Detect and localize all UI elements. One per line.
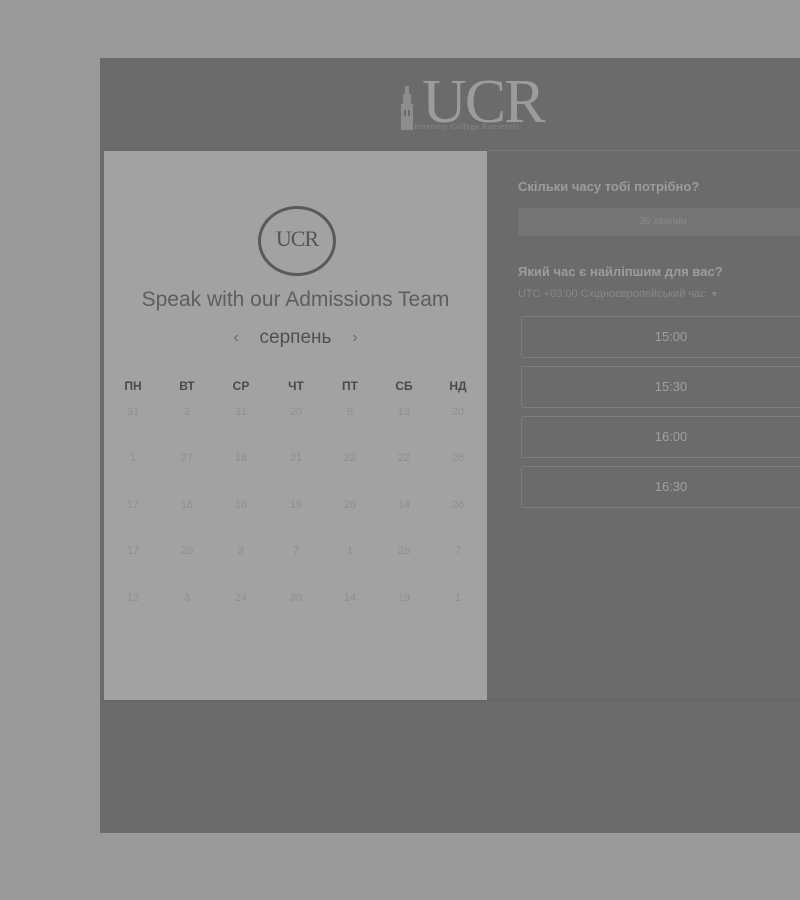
weekday-header: ПН ВТ СР ЧТ ПТ СБ НД: [104, 379, 487, 395]
calendar-day[interactable]: 19: [276, 499, 316, 511]
caret-down-icon: ▼: [709, 289, 719, 299]
timezone-label: UTC +03:00 Східноєвропейський час: [518, 288, 706, 300]
calendar-day[interactable]: 22: [330, 452, 370, 464]
calendar-day[interactable]: 13: [384, 406, 424, 418]
calendar-day[interactable]: 3: [167, 592, 207, 604]
calendar-day[interactable]: 18: [221, 452, 261, 464]
calendar-day[interactable]: 26: [438, 452, 478, 464]
calendar-day[interactable]: 17: [113, 499, 153, 511]
weekday-label: НД: [449, 379, 467, 393]
weekday-label: ПТ: [342, 379, 358, 393]
time-slot-button[interactable]: 15:00: [521, 316, 800, 358]
weekday-label: СР: [232, 379, 250, 393]
duration-select[interactable]: 30 хвилин: [518, 208, 800, 236]
calendar-day[interactable]: 21: [276, 452, 316, 464]
weekday-label: ВТ: [179, 379, 195, 393]
calendar-day[interactable]: 26: [330, 499, 370, 511]
time-slot-button[interactable]: 15:30: [521, 366, 800, 408]
calendar-day[interactable]: 20: [276, 406, 316, 418]
header-divider: [488, 150, 800, 151]
chevron-right-icon[interactable]: ›: [346, 329, 364, 347]
calendar-day[interactable]: 1: [438, 592, 478, 604]
calendar-day[interactable]: 30: [276, 592, 316, 604]
calendar-day[interactable]: 17: [113, 545, 153, 557]
weekday-label: СБ: [395, 379, 413, 393]
calendar-day[interactable]: 1: [330, 545, 370, 557]
calendar-day[interactable]: 7: [438, 545, 478, 557]
calendar-logo-text: UCR: [275, 226, 319, 251]
calendar-day[interactable]: 2: [167, 406, 207, 418]
calendar-logo: UCR: [258, 206, 336, 276]
calendar-day[interactable]: 22: [384, 452, 424, 464]
calendar-day[interactable]: 26: [384, 545, 424, 557]
calendar-day[interactable]: 2: [221, 545, 261, 557]
chevron-left-icon[interactable]: ‹: [227, 329, 245, 347]
ucr-header-logo: UCR University College Roosevelt: [400, 68, 580, 138]
booking-window: UCR University College Roosevelt UCR Spe…: [100, 58, 800, 833]
calendar-day[interactable]: 31: [113, 406, 153, 418]
weekday-label: ПН: [124, 379, 142, 393]
calendar-day[interactable]: 1: [113, 452, 153, 464]
calendar-day[interactable]: 16: [167, 499, 207, 511]
month-navigation: ‹ серпень ›: [104, 327, 487, 353]
calendar-day[interactable]: 6: [330, 406, 370, 418]
weekday-label: ЧТ: [288, 379, 304, 393]
calendar-day[interactable]: 13: [113, 592, 153, 604]
calendar-day[interactable]: 19: [384, 592, 424, 604]
footer-divider: [100, 700, 800, 701]
duration-question: Скільки часу тобі потрібно?: [518, 179, 700, 194]
calendar-day[interactable]: 27: [167, 452, 207, 464]
header-logo-subtitle: University College Roosevelt: [408, 122, 520, 131]
calendar-day[interactable]: 14: [384, 499, 424, 511]
time-slot-button[interactable]: 16:30: [521, 466, 800, 508]
calendar-panel: UCR Speak with our Admissions Team ‹ сер…: [104, 151, 487, 700]
calendar-day[interactable]: 31: [221, 406, 261, 418]
calendar-day[interactable]: 16: [221, 499, 261, 511]
calendar-day[interactable]: 7: [276, 545, 316, 557]
calendar-day[interactable]: 20: [167, 545, 207, 557]
month-label: серпень: [259, 327, 332, 348]
calendar-day[interactable]: 14: [330, 592, 370, 604]
calendar-day[interactable]: 20: [438, 406, 478, 418]
time-question: Який час є найліпшим для вас?: [518, 264, 723, 279]
calendar-title: Speak with our Admissions Team: [141, 288, 450, 311]
timezone-select[interactable]: UTC +03:00 Східноєвропейський час ▼: [518, 288, 719, 300]
calendar-day[interactable]: 26: [438, 499, 478, 511]
calendar-day[interactable]: 24: [221, 592, 261, 604]
time-slot-button[interactable]: 16:00: [521, 416, 800, 458]
